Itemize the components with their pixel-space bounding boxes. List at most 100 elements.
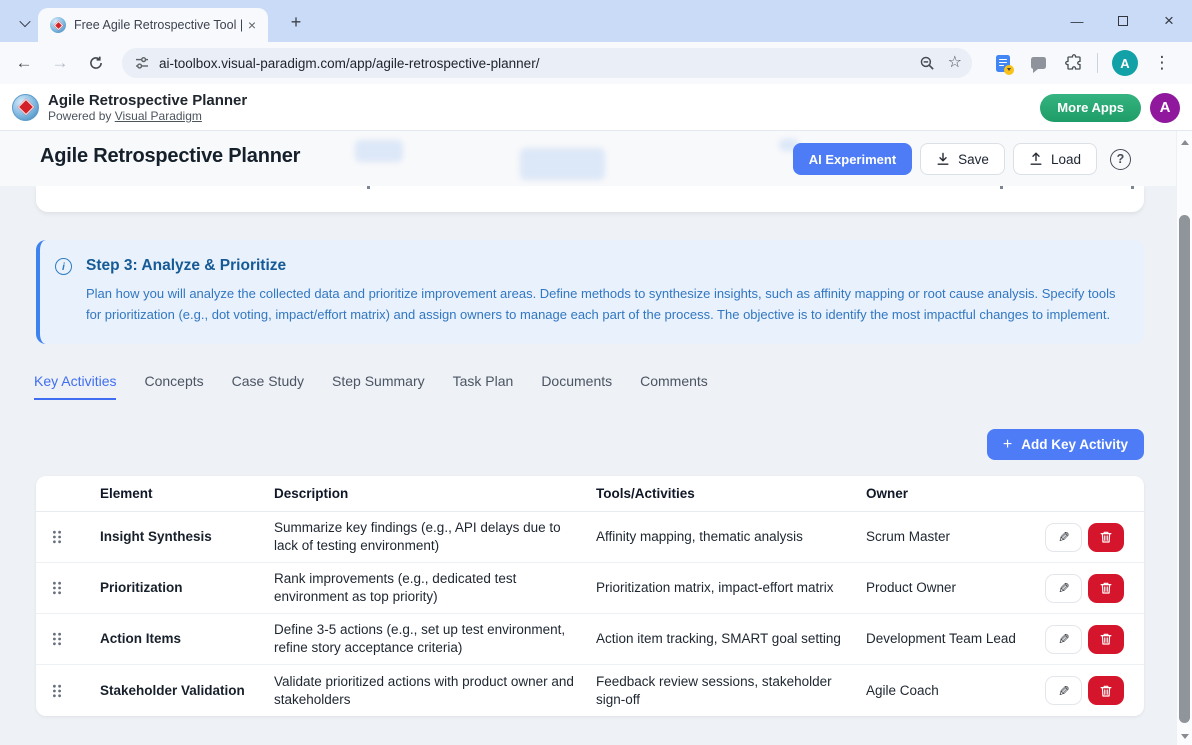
scrollbar-thumb[interactable] xyxy=(1179,215,1190,723)
toolbar-divider xyxy=(1097,53,1098,73)
scroll-up-icon[interactable] xyxy=(1181,140,1189,145)
cell-description: Validate prioritized actions with produc… xyxy=(274,673,596,709)
scroll-down-icon[interactable] xyxy=(1181,734,1189,739)
key-activities-table: Element Description Tools/Activities Own… xyxy=(36,476,1144,716)
tab-case-study[interactable]: Case Study xyxy=(232,373,304,400)
table-row: Action Items Define 3-5 actions (e.g., s… xyxy=(36,614,1144,665)
user-avatar[interactable]: A xyxy=(1150,93,1180,123)
pencil-icon: ✎ xyxy=(1058,632,1070,646)
comment-bubble-icon[interactable] xyxy=(1031,57,1046,69)
tab-close-icon[interactable]: × xyxy=(244,17,260,33)
upload-icon xyxy=(1029,152,1043,166)
browser-profile-avatar[interactable]: A xyxy=(1112,50,1138,76)
tab-task-plan[interactable]: Task Plan xyxy=(453,373,514,400)
pencil-icon: ✎ xyxy=(1058,684,1070,698)
edit-button[interactable]: ✎ xyxy=(1045,574,1082,603)
col-tools: Tools/Activities xyxy=(596,486,866,501)
step-description: Plan how you will analyze the collected … xyxy=(86,283,1128,325)
trash-icon xyxy=(1099,632,1113,646)
pencil-icon: ✎ xyxy=(1058,581,1070,595)
app-titles: Agile Retrospective Planner Powered by V… xyxy=(48,92,247,123)
window-controls: — × xyxy=(1054,0,1192,42)
add-key-activity-button[interactable]: + Add Key Activity xyxy=(987,429,1144,460)
cell-owner: Agile Coach xyxy=(866,682,1034,700)
ai-experiment-button[interactable]: AI Experiment xyxy=(793,143,912,175)
drag-handle-icon[interactable] xyxy=(52,684,62,698)
reload-button[interactable] xyxy=(82,49,110,77)
more-apps-button[interactable]: More Apps xyxy=(1040,94,1141,122)
tab-search-button[interactable] xyxy=(12,12,38,34)
tab-comments[interactable]: Comments xyxy=(640,373,708,400)
new-tab-button[interactable]: + xyxy=(284,10,308,34)
clipped-text-fragment xyxy=(1131,186,1134,189)
cell-element: Prioritization xyxy=(100,579,274,597)
pencil-icon: ✎ xyxy=(1058,530,1070,544)
bookmark-star-icon[interactable]: ☆ xyxy=(948,55,962,71)
table-header-row: Element Description Tools/Activities Own… xyxy=(36,476,1144,512)
site-settings-icon[interactable] xyxy=(134,55,150,71)
cell-description: Summarize key findings (e.g., API delays… xyxy=(274,519,596,555)
tab-concepts[interactable]: Concepts xyxy=(144,373,203,400)
drag-handle-icon[interactable] xyxy=(52,632,62,646)
app-header: Agile Retrospective Planner Powered by V… xyxy=(0,84,1192,131)
help-button[interactable]: ? xyxy=(1110,149,1131,170)
zoom-out-icon[interactable] xyxy=(919,55,936,72)
chevron-down-icon xyxy=(19,16,30,27)
extensions-puzzle-icon[interactable] xyxy=(1065,54,1083,72)
content-showthrough xyxy=(520,148,605,180)
col-element: Element xyxy=(100,486,274,501)
save-button[interactable]: Save xyxy=(920,143,1005,175)
table-row: Stakeholder Validation Validate prioriti… xyxy=(36,665,1144,716)
docs-offline-icon[interactable] xyxy=(996,55,1010,72)
table-row: Prioritization Rank improvements (e.g., … xyxy=(36,563,1144,614)
delete-button[interactable] xyxy=(1088,625,1124,654)
drag-handle-icon[interactable] xyxy=(52,530,62,544)
tab-key-activities[interactable]: Key Activities xyxy=(34,373,116,400)
download-icon xyxy=(936,152,950,166)
back-button[interactable]: ← xyxy=(10,49,38,77)
powered-by: Powered by Visual Paradigm xyxy=(48,109,247,123)
browser-tab[interactable]: Free Agile Retrospective Tool | P × xyxy=(38,8,268,42)
edit-button[interactable]: ✎ xyxy=(1045,523,1082,552)
cell-element: Stakeholder Validation xyxy=(100,682,274,700)
delete-button[interactable] xyxy=(1088,523,1124,552)
page-scrollbar[interactable] xyxy=(1176,131,1192,745)
cell-owner: Scrum Master xyxy=(866,528,1034,546)
drag-handle-icon[interactable] xyxy=(52,581,62,595)
tab-step-summary[interactable]: Step Summary xyxy=(332,373,425,400)
cell-tools: Affinity mapping, thematic analysis xyxy=(596,528,866,546)
minimize-button[interactable]: — xyxy=(1054,0,1100,42)
trash-icon xyxy=(1099,684,1113,698)
clipped-card xyxy=(36,186,1144,212)
edit-button[interactable]: ✎ xyxy=(1045,676,1082,705)
cell-tools: Prioritization matrix, impact-effort mat… xyxy=(596,579,866,597)
main-content: Agile Retrospective Planner AI Experimen… xyxy=(0,131,1192,745)
favicon-icon xyxy=(50,17,66,33)
delete-button[interactable] xyxy=(1088,676,1124,705)
close-window-button[interactable]: × xyxy=(1146,0,1192,42)
info-icon: i xyxy=(55,258,72,275)
tab-documents[interactable]: Documents xyxy=(541,373,612,400)
col-description: Description xyxy=(274,486,596,501)
forward-button[interactable]: → xyxy=(46,49,74,77)
cell-element: Action Items xyxy=(100,630,274,648)
load-button[interactable]: Load xyxy=(1013,143,1097,175)
delete-button[interactable] xyxy=(1088,574,1124,603)
browser-toolbar: ← → ai-toolbox.visual-paradigm.com/app/a… xyxy=(0,42,1192,84)
tab-title: Free Agile Retrospective Tool | P xyxy=(74,18,244,32)
url-text: ai-toolbox.visual-paradigm.com/app/agile… xyxy=(159,56,539,71)
plus-icon: + xyxy=(1003,437,1012,453)
browser-window: Free Agile Retrospective Tool | P × + — … xyxy=(0,0,1192,745)
visual-paradigm-link[interactable]: Visual Paradigm xyxy=(115,109,202,123)
col-owner: Owner xyxy=(866,486,1034,501)
browser-menu-icon[interactable]: ⋮ xyxy=(1150,53,1174,73)
edit-button[interactable]: ✎ xyxy=(1045,625,1082,654)
trash-icon xyxy=(1099,581,1113,595)
page-title-bar: Agile Retrospective Planner AI Experimen… xyxy=(0,131,1192,186)
maximize-icon xyxy=(1118,16,1128,26)
clipped-text-fragment xyxy=(367,186,370,189)
page-title: Agile Retrospective Planner xyxy=(40,145,300,168)
maximize-button[interactable] xyxy=(1100,0,1146,42)
address-bar[interactable]: ai-toolbox.visual-paradigm.com/app/agile… xyxy=(122,48,972,78)
app-name: Agile Retrospective Planner xyxy=(48,92,247,109)
